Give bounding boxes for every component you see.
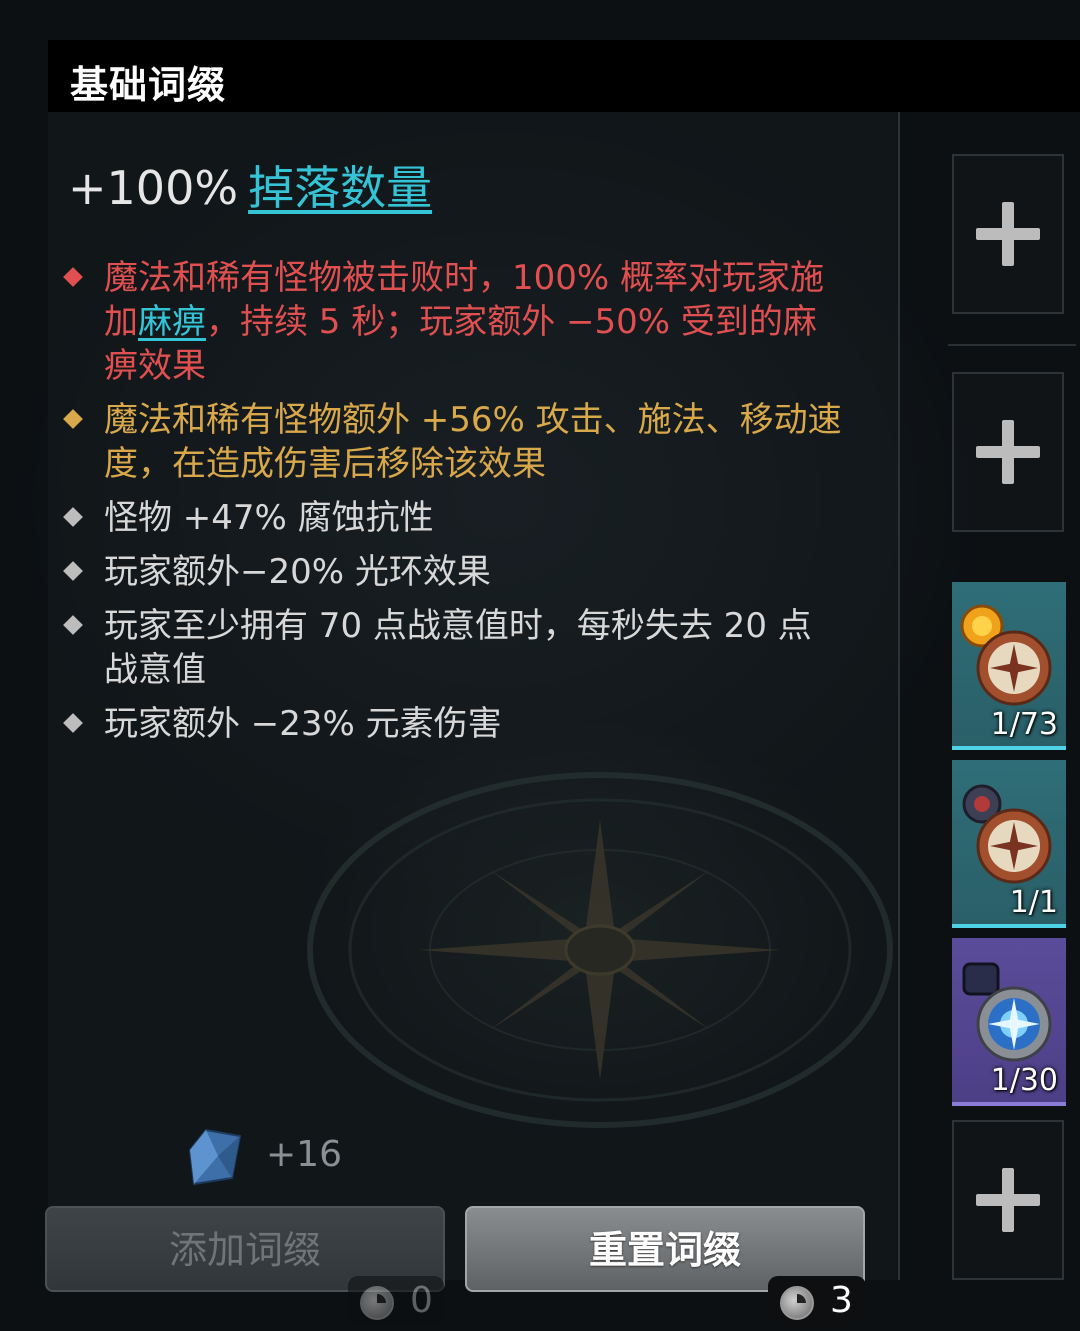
modifier-text: 怪物 +47% 腐蚀抗性 bbox=[104, 498, 434, 538]
add-cost-badge: 0 bbox=[348, 1276, 444, 1326]
resource-count: +16 bbox=[266, 1134, 342, 1175]
diamond-bullet-icon bbox=[63, 615, 83, 635]
reset-cost-value: 3 bbox=[830, 1280, 853, 1321]
diamond-bullet-icon bbox=[63, 409, 83, 429]
modifier-line: 怪物 +47% 腐蚀抗性 bbox=[62, 496, 842, 540]
modifier-text: 玩家额外 −23% 元素伤害 bbox=[104, 704, 502, 744]
main-affix-link[interactable]: 掉落数量 bbox=[248, 161, 432, 215]
plus-icon bbox=[976, 1168, 1040, 1232]
item-count: 1/73 bbox=[990, 707, 1058, 742]
currency-icon bbox=[360, 1286, 394, 1320]
empty-slot[interactable] bbox=[952, 372, 1064, 532]
compass-orange-icon bbox=[960, 604, 1052, 706]
empty-slot[interactable] bbox=[952, 154, 1064, 314]
modifier-text: ，持续 5 秒；玩家额外 −50% 受到的麻痹效果 bbox=[104, 302, 817, 386]
divider bbox=[948, 344, 1076, 346]
plus-icon bbox=[976, 420, 1040, 484]
modifier-list: 魔法和稀有怪物被击败时，100% 概率对玩家施加麻痹，持续 5 秒；玩家额外 −… bbox=[62, 256, 842, 756]
diamond-bullet-icon bbox=[63, 507, 83, 527]
item-slot[interactable]: 1/30 bbox=[952, 938, 1066, 1106]
modifier-text: 玩家至少拥有 70 点战意值时，每秒失去 20 点战意值 bbox=[104, 606, 812, 690]
diamond-bullet-icon bbox=[63, 561, 83, 581]
main-affix: +100% 掉落数量 bbox=[68, 152, 432, 218]
panel-header: 基础词缀 bbox=[48, 40, 1080, 112]
slot-column: 1/73 1/1 1/30 bbox=[938, 112, 1080, 1331]
keyword-link[interactable]: 麻痹 bbox=[138, 302, 206, 342]
empty-slot[interactable] bbox=[952, 1120, 1064, 1280]
panel-title: 基础词缀 bbox=[70, 63, 227, 107]
main-affix-value: +100% bbox=[68, 161, 239, 215]
diamond-bullet-icon bbox=[63, 267, 83, 287]
modifier-text: 玩家额外−20% 光环效果 bbox=[104, 552, 491, 592]
compass-blue-icon bbox=[962, 962, 1052, 1062]
currency-icon bbox=[780, 1286, 814, 1320]
reset-cost-badge: 3 bbox=[768, 1276, 866, 1326]
modifier-text: 魔法和稀有怪物额外 +56% 攻击、施法、移动速度，在造成伤害后移除该效果 bbox=[104, 400, 842, 484]
plus-icon bbox=[976, 202, 1040, 266]
modifier-line: 魔法和稀有怪物被击败时，100% 概率对玩家施加麻痹，持续 5 秒；玩家额外 −… bbox=[62, 256, 842, 388]
item-slot[interactable]: 1/1 bbox=[952, 760, 1066, 928]
crystal-shard-icon bbox=[188, 1128, 242, 1186]
modifier-line: 玩家至少拥有 70 点战意值时，每秒失去 20 点战意值 bbox=[62, 604, 842, 692]
item-slot[interactable]: 1/73 bbox=[952, 582, 1066, 750]
modifier-line: 玩家额外 −23% 元素伤害 bbox=[62, 702, 842, 746]
diamond-bullet-icon bbox=[63, 713, 83, 733]
item-count: 1/30 bbox=[990, 1063, 1058, 1098]
modifier-line: 魔法和稀有怪物额外 +56% 攻击、施法、移动速度，在造成伤害后移除该效果 bbox=[62, 398, 842, 486]
modifier-line: 玩家额外−20% 光环效果 bbox=[62, 550, 842, 594]
add-cost-value: 0 bbox=[410, 1280, 433, 1321]
item-count: 1/1 bbox=[1009, 885, 1058, 920]
compass-dark-icon bbox=[962, 784, 1052, 884]
